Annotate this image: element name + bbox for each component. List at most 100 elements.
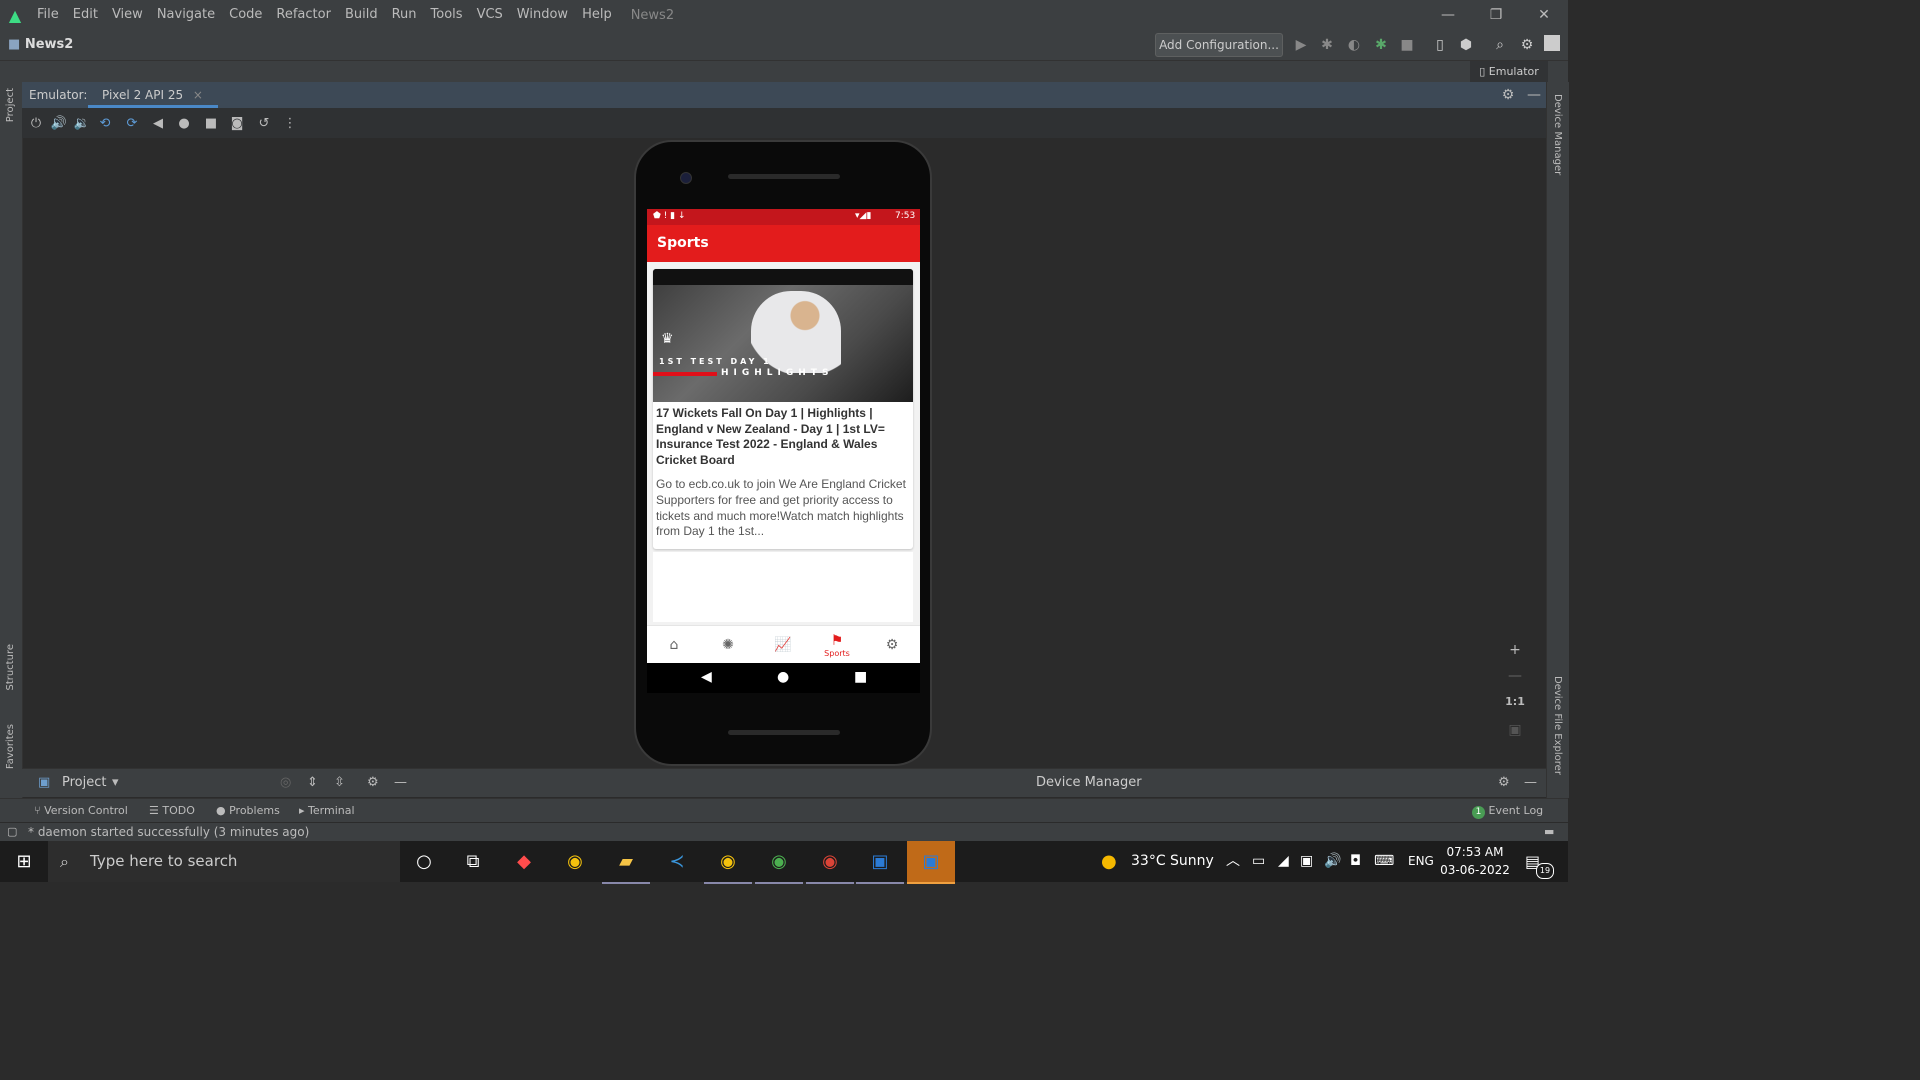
phone-screen[interactable]: ⬟ ! ▮ ↓ ▾◢▮ 7:53 Sports ♛ 1ST TEST DAY 1… xyxy=(647,209,920,663)
science-nav-icon[interactable]: ✺ xyxy=(701,626,755,663)
camera-icon[interactable]: ◙ xyxy=(227,113,247,133)
overview-icon[interactable]: ■ xyxy=(201,113,221,133)
device-manager-gear-icon[interactable]: ⚙ xyxy=(1498,775,1510,790)
run-icon[interactable]: ▶ xyxy=(1291,35,1311,55)
favorites-toolwindow-tab[interactable]: Favorites xyxy=(5,724,16,769)
taskbar-search-box[interactable]: ⌕ Type here to search xyxy=(48,841,400,882)
sports-nav-item[interactable]: ⚑ Sports xyxy=(810,626,864,663)
close-tab-icon[interactable]: × xyxy=(193,88,203,102)
device-file-explorer-toolwindow-tab[interactable]: Device File Explorer xyxy=(1552,676,1563,775)
news-card[interactable]: ♛ 1ST TEST DAY 1 HIGHLIGHTS 17 Wickets F… xyxy=(653,269,913,549)
version-control-tab[interactable]: ⑂ Version Control xyxy=(34,799,128,823)
more-options-icon[interactable]: ⋮ xyxy=(280,113,300,133)
zoom-fit-icon[interactable]: ▣ xyxy=(1505,720,1525,740)
snapshot-icon[interactable]: ↺ xyxy=(254,113,274,133)
android-back-icon[interactable]: ◀ xyxy=(701,669,712,685)
restore-button[interactable]: ❐ xyxy=(1472,0,1520,30)
volume-up-icon[interactable]: 🔊 xyxy=(49,113,69,133)
minimize-button[interactable]: — xyxy=(1424,0,1472,30)
settings-gear-icon[interactable]: ⚙ xyxy=(1517,35,1537,55)
debug-icon[interactable]: ✱ xyxy=(1317,35,1337,55)
technology-nav-icon[interactable]: ⚙ xyxy=(865,626,919,663)
android-studio-taskbar-icon[interactable]: ▣ xyxy=(907,841,955,884)
zoom-in-button[interactable]: + xyxy=(1505,640,1525,660)
chrome-profile-3-icon[interactable]: ◉ xyxy=(806,841,854,884)
device-manager-icon[interactable]: ▯ xyxy=(1430,35,1450,55)
zoom-actual-size-button[interactable]: 1:1 xyxy=(1505,692,1525,712)
project-hide-icon[interactable]: — xyxy=(394,775,407,790)
windows-start-icon[interactable]: ⊞ xyxy=(0,841,48,882)
back-icon[interactable]: ◀ xyxy=(148,113,168,133)
file-explorer-icon[interactable]: ▰ xyxy=(602,841,650,884)
project-settings-gear-icon[interactable]: ⚙ xyxy=(367,775,379,790)
event-log-tab[interactable]: 1 Event Log xyxy=(1472,799,1543,823)
project-toolwindow-tab[interactable]: Project xyxy=(5,88,16,122)
zoom-out-button[interactable]: — xyxy=(1505,666,1525,686)
taskbar-clock[interactable]: 07:53 AM 03-06-2022 xyxy=(1440,843,1510,879)
problems-tab[interactable]: ● Problems xyxy=(216,799,280,823)
battery-icon[interactable]: ▭ xyxy=(1252,841,1265,882)
business-nav-icon[interactable]: 📈 xyxy=(756,626,810,663)
emulator-toolwindow-button[interactable]: ▯ Emulator xyxy=(1470,61,1548,82)
vscode-icon[interactable]: ≺ xyxy=(653,841,701,882)
menu-edit[interactable]: Edit xyxy=(66,0,105,30)
status-toggle-icon[interactable]: ▢ xyxy=(7,825,17,838)
device-manager-hide-icon[interactable]: — xyxy=(1524,775,1537,790)
terminal-tab[interactable]: ▸ Terminal xyxy=(299,799,355,823)
menu-refactor[interactable]: Refactor xyxy=(269,0,338,30)
power-icon[interactable]: ⏻ xyxy=(26,113,46,133)
menu-navigate[interactable]: Navigate xyxy=(150,0,222,30)
cortana-icon[interactable]: ○ xyxy=(400,841,448,882)
home-nav-icon[interactable]: ⌂ xyxy=(647,626,701,663)
news-card-next[interactable] xyxy=(653,552,913,622)
language-indicator[interactable]: ENG xyxy=(1408,841,1434,882)
tab-pixel-2-api-25[interactable]: Pixel 2 API 25 × xyxy=(88,82,218,108)
android-home-icon[interactable]: ● xyxy=(777,669,789,685)
expand-all-icon[interactable]: ⇕ xyxy=(307,775,318,790)
project-panel-title[interactable]: Project xyxy=(62,769,106,797)
attach-debugger-icon[interactable]: ✱ xyxy=(1371,35,1391,55)
emulator-settings-gear-icon[interactable]: ⚙ xyxy=(1498,85,1518,105)
network-icon[interactable]: ◢ xyxy=(1278,841,1289,882)
rotate-left-icon[interactable]: ⟲ xyxy=(95,113,115,133)
stop-icon[interactable]: ■ xyxy=(1397,35,1417,55)
menu-code[interactable]: Code xyxy=(222,0,269,30)
weather-text[interactable]: 33°C Sunny xyxy=(1131,841,1214,882)
chrome-profile-2-icon[interactable]: ◉ xyxy=(755,841,803,884)
project-breadcrumb[interactable]: ■ News2 xyxy=(8,30,73,60)
account-avatar-icon[interactable] xyxy=(1544,35,1560,51)
rotate-right-icon[interactable]: ⟳ xyxy=(122,113,142,133)
search-icon[interactable]: ⌕ xyxy=(1490,35,1510,55)
menu-window[interactable]: Window xyxy=(510,0,575,30)
chevron-up-icon[interactable]: ︿ xyxy=(1226,841,1240,882)
menu-vcs[interactable]: VCS xyxy=(470,0,510,30)
notification-icon[interactable]: ▬ xyxy=(1544,825,1554,838)
meet-now-icon[interactable]: ▣ xyxy=(1300,841,1313,882)
profile-icon[interactable]: ◐ xyxy=(1344,35,1364,55)
menu-run[interactable]: Run xyxy=(385,0,424,30)
camera-tray-icon[interactable]: ◘ xyxy=(1350,841,1361,882)
todo-tab[interactable]: ☰ TODO xyxy=(149,799,195,823)
structure-toolwindow-tab[interactable]: Structure xyxy=(5,644,16,691)
chrome-profile-1-icon[interactable]: ◉ xyxy=(704,841,752,884)
keyboard-icon[interactable]: ⌨ xyxy=(1374,841,1394,882)
menu-tools[interactable]: Tools xyxy=(424,0,470,30)
menu-view[interactable]: View xyxy=(105,0,150,30)
chrome-icon[interactable]: ◉ xyxy=(551,841,599,882)
chevron-down-icon[interactable]: ▾ xyxy=(112,775,119,790)
home-icon[interactable]: ● xyxy=(174,113,194,133)
device-manager-toolwindow-tab[interactable]: Device Manager xyxy=(1552,94,1563,175)
app-w-icon[interactable]: ▣ xyxy=(856,841,904,884)
locate-icon[interactable]: ◎ xyxy=(280,775,291,790)
hide-panel-icon[interactable]: — xyxy=(1524,85,1544,105)
android-recents-icon[interactable]: ■ xyxy=(854,669,867,685)
anydesk-icon[interactable]: ◆ xyxy=(500,841,548,882)
volume-icon[interactable]: 🔊 xyxy=(1324,841,1341,882)
menu-file[interactable]: File xyxy=(30,0,66,30)
task-view-icon[interactable]: ⧉ xyxy=(449,841,497,882)
close-button[interactable]: ✕ xyxy=(1520,0,1568,30)
collapse-all-icon[interactable]: ⇳ xyxy=(334,775,345,790)
menu-build[interactable]: Build xyxy=(338,0,385,30)
add-configuration-button[interactable]: Add Configuration... xyxy=(1155,33,1283,57)
volume-down-icon[interactable]: 🔉 xyxy=(72,113,92,133)
